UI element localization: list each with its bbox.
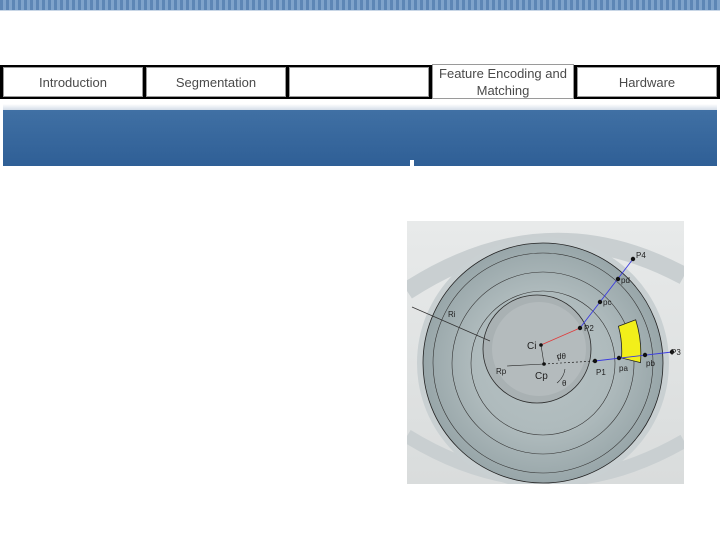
point-pa [616, 355, 622, 361]
title-band-notch [410, 160, 414, 166]
label-ci: Ci [527, 341, 536, 352]
iris-normalization-diagram: P4 pd pc P2 Ri Ci dθ Rp Cp θ P1 pa pb P3 [407, 221, 684, 484]
point-p4 [630, 256, 636, 262]
label-p1: P1 [596, 368, 606, 377]
tab-hardware[interactable]: Hardware [577, 67, 717, 97]
label-pd: pd [621, 276, 630, 285]
tab-blank[interactable] [289, 67, 429, 97]
tab-feature-encoding-and-matching[interactable]: Feature Encoding and Matching [432, 64, 574, 99]
point-cp [542, 362, 546, 366]
label-p3: P3 [671, 348, 681, 357]
point-ci [539, 343, 543, 347]
label-theta: θ [562, 379, 567, 388]
top-decorative-strip [0, 0, 720, 10]
label-p2: P2 [584, 324, 594, 333]
point-pb [642, 352, 648, 358]
tab-segmentation[interactable]: Segmentation [146, 67, 286, 97]
label-cp: Cp [535, 371, 548, 382]
label-p4: P4 [636, 251, 646, 260]
label-pc: pc [603, 298, 611, 307]
label-pa: pa [619, 364, 628, 373]
label-dtheta: dθ [557, 352, 566, 361]
point-p1 [592, 358, 598, 364]
label-ri: Ri [448, 310, 456, 319]
title-band [3, 110, 717, 166]
point-p2 [577, 325, 583, 331]
top-strip-edge [0, 10, 720, 11]
point-pc [597, 299, 603, 305]
tab-introduction[interactable]: Introduction [3, 67, 143, 97]
label-rp: Rp [496, 367, 507, 376]
label-pb: pb [646, 359, 655, 368]
nav-bar: Introduction Segmentation Feature Encodi… [0, 64, 720, 99]
point-pd [615, 276, 621, 282]
